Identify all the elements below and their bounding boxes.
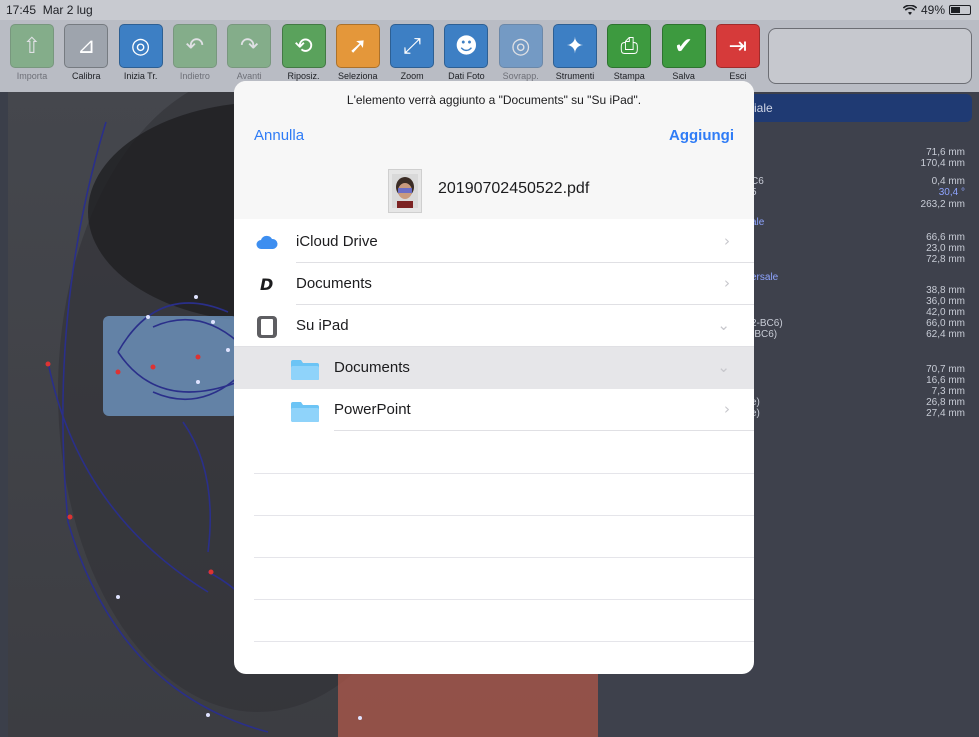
location-icloud-drive[interactable]: iCloud Drive ›	[234, 221, 754, 263]
status-time: 17:45 Mar 2 lug	[6, 3, 93, 17]
report-value: 263,2 mm	[920, 199, 965, 210]
status-bar: 17:45 Mar 2 lug 49%	[0, 0, 979, 20]
ipad-icon	[257, 316, 277, 338]
report-value: 66,0 mm	[926, 318, 965, 329]
expand-icon: ⤢	[390, 24, 435, 68]
location-label: Documents	[334, 359, 410, 376]
svg-text:D: D	[260, 275, 273, 293]
chevron-right-icon: ›	[724, 274, 730, 292]
row-separator	[334, 430, 754, 431]
undo-icon: ↶	[172, 24, 217, 68]
toolbar-button-label: Indietro	[179, 71, 210, 81]
toolbar-button-label: Sovrapp.	[502, 71, 539, 81]
empty-row-line	[254, 557, 754, 558]
target-icon: ◎	[118, 24, 163, 68]
report-value: 27,4 mm	[926, 408, 965, 419]
save-to-files-sheet: L'elemento verrà aggiunto a "Documents" …	[234, 81, 754, 674]
report-value: 72,8 mm	[926, 254, 965, 265]
add-button[interactable]: Aggiungi	[669, 127, 734, 144]
file-name: 20190702450522.pdf	[438, 180, 590, 197]
report-label: ersale	[751, 272, 779, 283]
folder-icon	[291, 402, 319, 422]
empty-row-line	[254, 641, 754, 642]
toolbar-button-label: Dati Foto	[448, 71, 485, 81]
report-value: 62,4 mm	[926, 329, 965, 340]
report-value: 42,0 mm	[926, 307, 965, 318]
report-value: 23,0 mm	[926, 243, 965, 254]
location-label: Su iPad	[296, 317, 349, 334]
toolbar-button-label: Zoom	[400, 71, 424, 81]
report-value: 7,3 mm	[931, 386, 965, 397]
chevron-down-icon: ⌄	[717, 316, 730, 334]
toolbar-button-label: Seleziona	[338, 71, 378, 81]
toolbar-button-label: Strumenti	[555, 71, 595, 81]
select-arrow-icon: ➚	[335, 24, 380, 68]
toolbar-button-indietro[interactable]: ↶ Indietro	[171, 24, 219, 90]
report-label: -BC6)	[751, 329, 778, 340]
report-value: 26,8 mm	[926, 397, 965, 408]
battery-icon	[949, 5, 971, 15]
report-value: 30,4 °	[938, 187, 965, 198]
chevron-right-icon: ›	[724, 400, 730, 418]
person-icon: ☻	[444, 24, 489, 68]
destination-message: L'elemento verrà aggiunto a "Documents" …	[346, 93, 642, 107]
report-value: 36,0 mm	[926, 296, 965, 307]
battery-percent: 49%	[920, 3, 945, 17]
location-label: iCloud Drive	[296, 233, 378, 250]
toolbar-button-calibra[interactable]: ⊿ Calibra	[62, 24, 110, 90]
exit-icon: ⇥	[715, 24, 760, 68]
report-value: 170,4 mm	[920, 158, 965, 169]
reposition-icon: ⟲	[281, 24, 326, 68]
toolbar-button-label: Esci	[729, 71, 747, 81]
toolbar-button-label: Salva	[672, 71, 695, 81]
print-icon: ⎙	[607, 24, 652, 68]
report-value: 16,6 mm	[926, 375, 965, 386]
report-value: 66,6 mm	[926, 232, 965, 243]
sheet-header: L'elemento verrà aggiunto a "Documents" …	[234, 81, 754, 219]
toolbar-button-label: Calibra	[72, 71, 101, 81]
redo-icon: ↷	[227, 24, 272, 68]
toolbar-button-label: Riposiz.	[287, 71, 320, 81]
report-value: 0,4 mm	[931, 176, 965, 187]
empty-row-line	[254, 599, 754, 600]
icloud-icon	[256, 235, 278, 249]
report-label: 2-BC6)	[751, 318, 783, 329]
report-value: 71,6 mm	[926, 147, 965, 158]
toolbar-button-label: Importa	[16, 71, 48, 81]
report-value: 38,8 mm	[926, 285, 965, 296]
magic-wand-icon: ✦	[553, 24, 597, 68]
toolbar-text-field[interactable]	[768, 28, 972, 84]
check-icon: ✔	[661, 24, 706, 68]
cancel-button[interactable]: Annulla	[254, 127, 304, 144]
location-powerpoint-folder[interactable]: PowerPoint ›	[234, 389, 754, 431]
toolbar-button-label: Stampa	[613, 71, 645, 81]
documents-app-icon: D	[260, 275, 273, 293]
location-label: Documents	[296, 275, 372, 292]
location-documents-folder[interactable]: Documents ⌄	[234, 347, 754, 389]
toolbar-button-inizia-tr[interactable]: ◎ Inizia Tr.	[117, 24, 165, 90]
report-value: 70,7 mm	[926, 364, 965, 375]
chevron-right-icon: ›	[724, 232, 730, 250]
toolbar-button-importa[interactable]: ⇧ Importa	[8, 24, 56, 90]
import-icon: ⇧	[10, 24, 54, 68]
location-label: PowerPoint	[334, 401, 411, 418]
chevron-down-icon: ⌄	[717, 358, 730, 376]
folder-icon	[291, 360, 319, 380]
overlay-icon: ◎	[498, 24, 543, 68]
wifi-icon	[902, 4, 917, 15]
ruler-icon: ⊿	[64, 24, 109, 68]
toolbar-button-label: Inizia Tr.	[123, 71, 158, 81]
file-thumbnail	[388, 169, 422, 213]
empty-row-line	[254, 473, 754, 474]
location-documents-app[interactable]: D Documents ›	[234, 263, 754, 305]
toolbar-button-label: Avanti	[236, 71, 262, 81]
location-su-ipad[interactable]: Su iPad ⌄	[234, 305, 754, 347]
empty-row-line	[254, 515, 754, 516]
